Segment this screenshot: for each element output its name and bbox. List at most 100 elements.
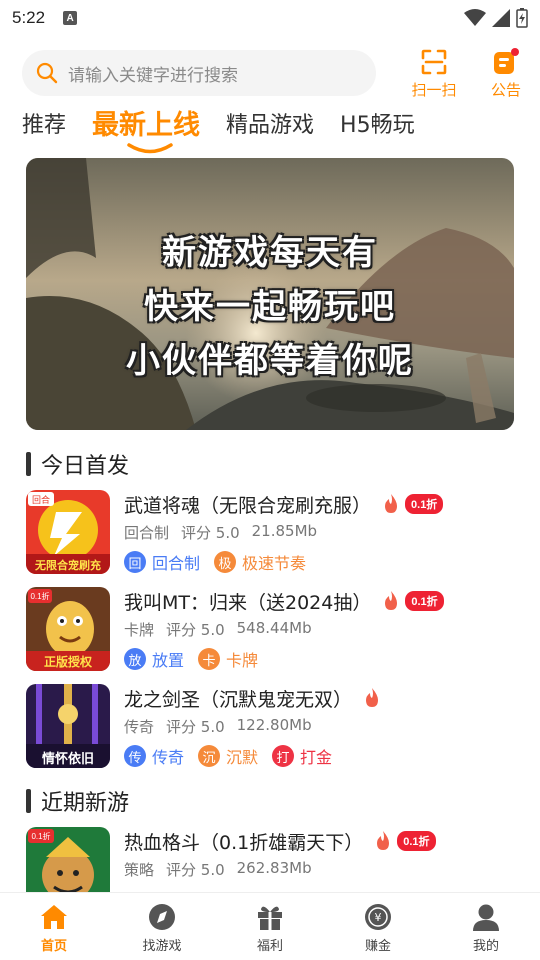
- game-icon: 情怀依旧: [26, 684, 110, 768]
- wifi-icon: [464, 9, 486, 26]
- section-recent: 近期新游: [26, 785, 129, 817]
- user-icon: [473, 904, 499, 931]
- tab-active-indicator: [127, 143, 173, 154]
- game-tag: 极 极速节奏: [214, 550, 306, 574]
- icon-badge: 0.1折: [31, 831, 50, 841]
- status-time: 5:22: [12, 8, 46, 27]
- nav-label: 福利: [256, 939, 283, 954]
- game-category: 策略: [124, 861, 155, 879]
- home-icon: [41, 905, 67, 929]
- section-bar: [26, 789, 31, 813]
- game-meta: 回合制 评分 5.0 21.85Mb: [124, 522, 317, 543]
- tag-text: 极速节奏: [242, 554, 307, 573]
- tab-premium[interactable]: 精品游戏: [226, 106, 314, 146]
- section-today-title: 今日首发: [41, 454, 130, 479]
- tab-h5[interactable]: H5畅玩: [340, 106, 415, 146]
- game-list-item[interactable]: 0.1折 正版授权 我叫MT：归来（送2024抽） 0.1折 卡牌 评分 5.0…: [26, 587, 516, 673]
- game-meta: 策略 评分 5.0 262.83Mb: [124, 859, 312, 880]
- tag-text: 放置: [152, 651, 185, 670]
- tag-mark: 卡: [198, 648, 221, 670]
- nav-label: 赚金: [364, 939, 391, 954]
- game-tag: 回 回合制: [124, 550, 200, 574]
- game-list-item[interactable]: 情怀依旧 龙之剑圣（沉默鬼宠无双） 传奇 评分 5.0 122.80Mb 传 传…: [26, 684, 516, 770]
- game-title-row: 热血格斗（0.1折雄霸天下） 0.1折: [124, 827, 436, 855]
- nav-home[interactable]: 首页: [0, 893, 108, 960]
- discount-badge: 0.1折: [397, 831, 436, 851]
- icon-text: 无限合宠刷充: [34, 558, 101, 572]
- category-tabs: 推荐 最新上线 精品游戏 H5畅玩: [22, 106, 441, 152]
- game-size: 122.80Mb: [236, 716, 312, 734]
- game-tags: 传 传奇 沉 沉默 打 打金: [124, 744, 346, 768]
- status-icons: [464, 8, 528, 28]
- tag-text: 沉默: [226, 748, 259, 767]
- fire-icon: [385, 591, 398, 610]
- tag-text: 卡牌: [226, 651, 259, 670]
- game-tags: 回 回合制 极 极速节奏: [124, 550, 320, 574]
- game-title: 龙之剑圣（沉默鬼宠无双）: [124, 688, 353, 711]
- game-category: 卡牌: [124, 621, 155, 639]
- nav-earn[interactable]: ¥ 赚金: [324, 893, 432, 960]
- tab-newest[interactable]: 最新上线: [92, 106, 200, 146]
- game-tag: 打 打金: [272, 744, 332, 768]
- svg-text:¥: ¥: [375, 911, 382, 924]
- game-rating: 评分 5.0: [166, 621, 225, 639]
- nav-label: 首页: [40, 939, 67, 954]
- status-bar: 5:22 A: [0, 0, 540, 36]
- tag-text: 回合制: [152, 554, 201, 573]
- gift-icon: [258, 906, 282, 930]
- game-rating: 评分 5.0: [166, 718, 225, 736]
- discount-badge: 0.1折: [405, 494, 444, 514]
- tab-recommend[interactable]: 推荐: [22, 106, 66, 146]
- section-recent-title: 近期新游: [41, 791, 130, 816]
- compass-icon: [149, 904, 175, 930]
- notice-label: 公告: [490, 81, 521, 99]
- search-icon: [36, 62, 58, 84]
- banner-line-1: 新游戏每天有: [162, 233, 378, 273]
- tag-text: 打金: [300, 748, 333, 767]
- game-tag: 传 传奇: [124, 744, 184, 768]
- game-rating: 评分 5.0: [166, 861, 225, 879]
- tag-mark: 沉: [198, 745, 221, 767]
- tag-mark: 传: [124, 745, 146, 767]
- game-tag: 放 放置: [124, 647, 184, 671]
- game-size: 548.44Mb: [236, 619, 312, 637]
- signal-icon: [492, 9, 510, 27]
- bottom-nav: 首页 找游戏 福利 ¥ 赚金 我的: [0, 892, 540, 960]
- tag-text: 传奇: [152, 748, 185, 767]
- notice-button[interactable]: 公告: [478, 48, 534, 100]
- game-title-row: 我叫MT：归来（送2024抽） 0.1折: [124, 587, 444, 615]
- game-rating: 评分 5.0: [181, 524, 240, 542]
- nav-welfare[interactable]: 福利: [216, 893, 324, 960]
- nav-mine[interactable]: 我的: [432, 893, 540, 960]
- notice-icon: [494, 48, 519, 74]
- tag-mark: 打: [272, 745, 295, 767]
- game-icon: 回合 无限合宠刷充: [26, 490, 110, 574]
- game-icon: 0.1折 正版授权: [26, 587, 110, 671]
- nav-label: 我的: [472, 939, 499, 954]
- game-list-item[interactable]: 回合 无限合宠刷充 武道将魂（无限合宠刷充服） 0.1折 回合制 评分 5.0 …: [26, 490, 516, 576]
- promo-banner[interactable]: 新游戏每天有 快来一起畅玩吧 小伙伴都等着你呢: [26, 158, 514, 430]
- tag-mark: 回: [124, 551, 146, 573]
- tag-mark: 放: [124, 648, 146, 670]
- game-title: 武道将魂（无限合宠刷充服）: [124, 494, 372, 517]
- game-tag: 沉 沉默: [198, 744, 258, 768]
- game-title: 我叫MT：归来（送2024抽）: [124, 591, 372, 614]
- nav-label: 找游戏: [142, 939, 182, 954]
- tag-mark: 极: [214, 551, 237, 573]
- icon-text: 正版授权: [44, 654, 93, 669]
- game-meta: 传奇 评分 5.0 122.80Mb: [124, 716, 312, 737]
- banner-line-3: 小伙伴都等着你呢: [126, 341, 414, 381]
- search-input[interactable]: 请输入关键字进行搜索: [22, 50, 376, 96]
- fire-icon: [366, 688, 379, 707]
- game-title-row: 龙之剑圣（沉默鬼宠无双）: [124, 684, 380, 712]
- game-category: 传奇: [124, 718, 155, 736]
- scan-label: 扫一扫: [411, 81, 457, 99]
- game-tags: 放 放置 卡 卡牌: [124, 647, 272, 671]
- fire-icon: [385, 494, 398, 513]
- section-today: 今日首发: [26, 448, 129, 480]
- scan-button[interactable]: 扫一扫: [406, 48, 462, 100]
- nav-find-games[interactable]: 找游戏: [108, 893, 216, 960]
- search-placeholder: 请输入关键字进行搜索: [68, 65, 238, 86]
- scan-icon: [421, 49, 447, 75]
- game-category: 回合制: [124, 524, 170, 542]
